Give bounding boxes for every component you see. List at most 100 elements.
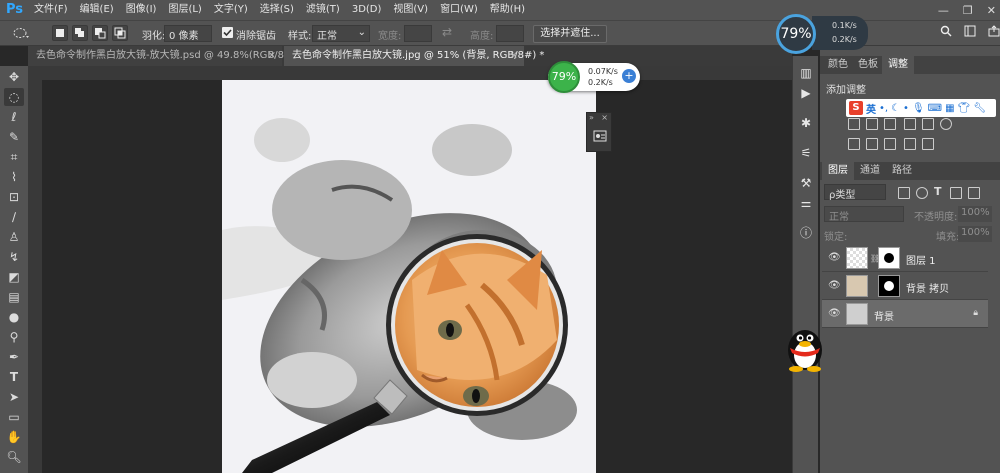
microphone-icon[interactable]: 🎙︎ (912, 103, 925, 114)
selective-color-adjust-icon[interactable] (904, 138, 916, 150)
skin-icon[interactable]: 👕︎ (958, 103, 971, 114)
subtract-selection-icon[interactable] (92, 25, 108, 41)
curves-adjust-icon[interactable] (866, 118, 878, 130)
width-input[interactable] (404, 25, 432, 42)
visibility-eye-icon[interactable]: 👁︎ (828, 252, 841, 263)
levels-adjust-icon[interactable] (848, 118, 860, 130)
blur-tool-icon[interactable]: ● (4, 308, 24, 326)
gradient-tool-icon[interactable]: ▤ (4, 288, 24, 306)
healing-brush-tool-icon[interactable]: ⊡ (4, 188, 24, 206)
threshold-adjust-icon[interactable] (884, 138, 896, 150)
layer-mask-thumbnail[interactable] (878, 247, 900, 269)
search-icon[interactable] (940, 25, 952, 40)
zoom-tool-icon[interactable]: 🔍︎ (4, 448, 24, 466)
tab-layers[interactable]: 图层 (822, 162, 854, 180)
tool-presets-icon[interactable]: ⚒ (797, 174, 815, 192)
tab-swatches[interactable]: 色板 (852, 56, 884, 74)
path-selection-tool-icon[interactable]: ➤ (4, 388, 24, 406)
close-icon[interactable]: × (510, 46, 518, 66)
restore-button[interactable]: ❐ (963, 4, 973, 17)
visibility-eye-icon[interactable]: 👁︎ (828, 308, 841, 319)
new-selection-icon[interactable] (52, 25, 68, 41)
layer-mask-thumbnail[interactable] (878, 275, 900, 297)
lasso-tool-icon[interactable]: ℓ (4, 108, 24, 126)
move-tool-icon[interactable]: ✥ (4, 68, 24, 86)
elliptical-marquee-tool-icon[interactable]: ◌ (4, 88, 24, 106)
crop-tool-icon[interactable]: ⌗ (4, 148, 24, 166)
tab-color[interactable]: 颜色 (822, 56, 854, 74)
minimize-button[interactable]: — (938, 4, 949, 17)
elliptical-marquee-icon[interactable] (12, 24, 30, 42)
feather-input[interactable]: 0 像素 (164, 25, 212, 42)
brush-settings-icon[interactable]: ✱ (797, 114, 815, 132)
pen-tool-icon[interactable]: ✒ (4, 348, 24, 366)
tab-magnifier-jpg[interactable]: 去色命令制作黑白放大镜.jpg @ 51% (背景, RGB/8#) * × (284, 46, 544, 66)
layer-row-background[interactable]: 👁︎ 背景 🔒︎ (822, 300, 988, 328)
input-method-toolbar[interactable]: S 英 •, ☾ • 🎙︎ ⌨ ▦ 👕︎ 🔧︎ (846, 99, 996, 117)
swap-icon[interactable]: ⇄ (442, 25, 452, 39)
dodge-tool-icon[interactable]: ⚲ (4, 328, 24, 346)
height-input[interactable] (496, 25, 524, 42)
menu-select[interactable]: 选择(S) (254, 0, 300, 20)
layer-kind-filter[interactable]: ρ类型 (824, 184, 886, 201)
grid-icon[interactable]: ▦ (945, 103, 954, 114)
menu-layer[interactable]: 图层(L) (162, 0, 207, 20)
adjustments-sliders-icon[interactable]: ⚌ (797, 194, 815, 212)
properties-icon[interactable] (593, 129, 607, 143)
fill-input[interactable]: 100% (958, 226, 992, 242)
hand-tool-icon[interactable]: ✋ (4, 428, 24, 446)
eraser-tool-icon[interactable]: ◩ (4, 268, 24, 286)
tab-paths[interactable]: 路径 (886, 162, 918, 180)
filter-adjustment-icon[interactable] (916, 187, 928, 199)
gradient-map-adjust-icon[interactable] (922, 138, 934, 150)
actions-play-icon[interactable]: ▶ (797, 84, 815, 102)
clone-source-icon[interactable]: ⚟ (797, 144, 815, 162)
invert-adjust-icon[interactable] (848, 138, 860, 150)
menu-edit[interactable]: 编辑(E) (74, 0, 120, 20)
workspace-icon[interactable] (964, 25, 976, 40)
language-toggle[interactable]: 英 (866, 101, 876, 116)
clone-stamp-tool-icon[interactable]: ♙ (4, 228, 24, 246)
document-canvas[interactable] (222, 80, 596, 473)
close-icon[interactable]: × (268, 46, 276, 66)
type-tool-icon[interactable]: T (4, 368, 24, 386)
history-brush-tool-icon[interactable]: ↯ (4, 248, 24, 266)
layer-row-background-copy[interactable]: 👁︎ 背景 拷贝 (822, 272, 988, 300)
info-icon[interactable]: ⓘ (797, 224, 815, 242)
cpu-usage-gauge[interactable]: 79% (776, 14, 816, 54)
style-select[interactable]: 正常 ⌄ (312, 25, 370, 42)
photo-filter-adjust-icon[interactable] (904, 118, 916, 130)
settings-icon[interactable]: 🔧︎ (973, 103, 986, 114)
quick-selection-tool-icon[interactable]: ✎ (4, 128, 24, 146)
close-button[interactable]: ✕ (987, 4, 996, 17)
eyedropper-tool-icon[interactable]: ⌇ (4, 168, 24, 186)
channel-mixer-adjust-icon[interactable] (922, 118, 934, 130)
blend-mode-select[interactable]: 正常 (824, 206, 904, 223)
layer-row-layer1[interactable]: 👁︎ ⛓ 图层 1 (822, 244, 988, 272)
rectangle-tool-icon[interactable]: ▭ (4, 408, 24, 426)
menu-type[interactable]: 文字(Y) (208, 0, 254, 20)
menu-view[interactable]: 视图(V) (387, 0, 434, 20)
menu-image[interactable]: 图像(I) (120, 0, 163, 20)
posterize-adjust-icon[interactable] (866, 138, 878, 150)
tab-adjustments[interactable]: 调整 (882, 56, 914, 74)
moon-icon[interactable]: ☾ (891, 103, 900, 114)
menu-3d[interactable]: 3D(D) (346, 0, 388, 20)
menu-filter[interactable]: 滤镜(T) (300, 0, 346, 20)
qq-penguin-icon[interactable] (782, 322, 828, 372)
share-icon[interactable] (988, 24, 1000, 40)
filter-pixel-icon[interactable] (898, 187, 910, 199)
menu-window[interactable]: 窗口(W) (434, 0, 484, 20)
close-icon[interactable]: × (601, 113, 608, 122)
memory-usage-gauge[interactable]: 79% (548, 61, 580, 93)
filter-smart-icon[interactable] (968, 187, 980, 199)
visibility-eye-icon[interactable]: 👁︎ (828, 280, 841, 291)
menu-file[interactable]: 文件(F) (28, 0, 74, 20)
tab-channels[interactable]: 通道 (854, 162, 886, 180)
opacity-input[interactable]: 100% (958, 206, 992, 222)
tab-magnifier-psd[interactable]: 去色命令制作黑白放大镜-放大镜.psd @ 49.8%(RGB/8#) × (28, 46, 296, 66)
lock-icon[interactable]: 🔒︎ (973, 308, 978, 318)
punctuation-icon[interactable]: •, (879, 103, 888, 114)
color-lookup-adjust-icon[interactable] (940, 118, 952, 130)
add-selection-icon[interactable] (72, 25, 88, 41)
